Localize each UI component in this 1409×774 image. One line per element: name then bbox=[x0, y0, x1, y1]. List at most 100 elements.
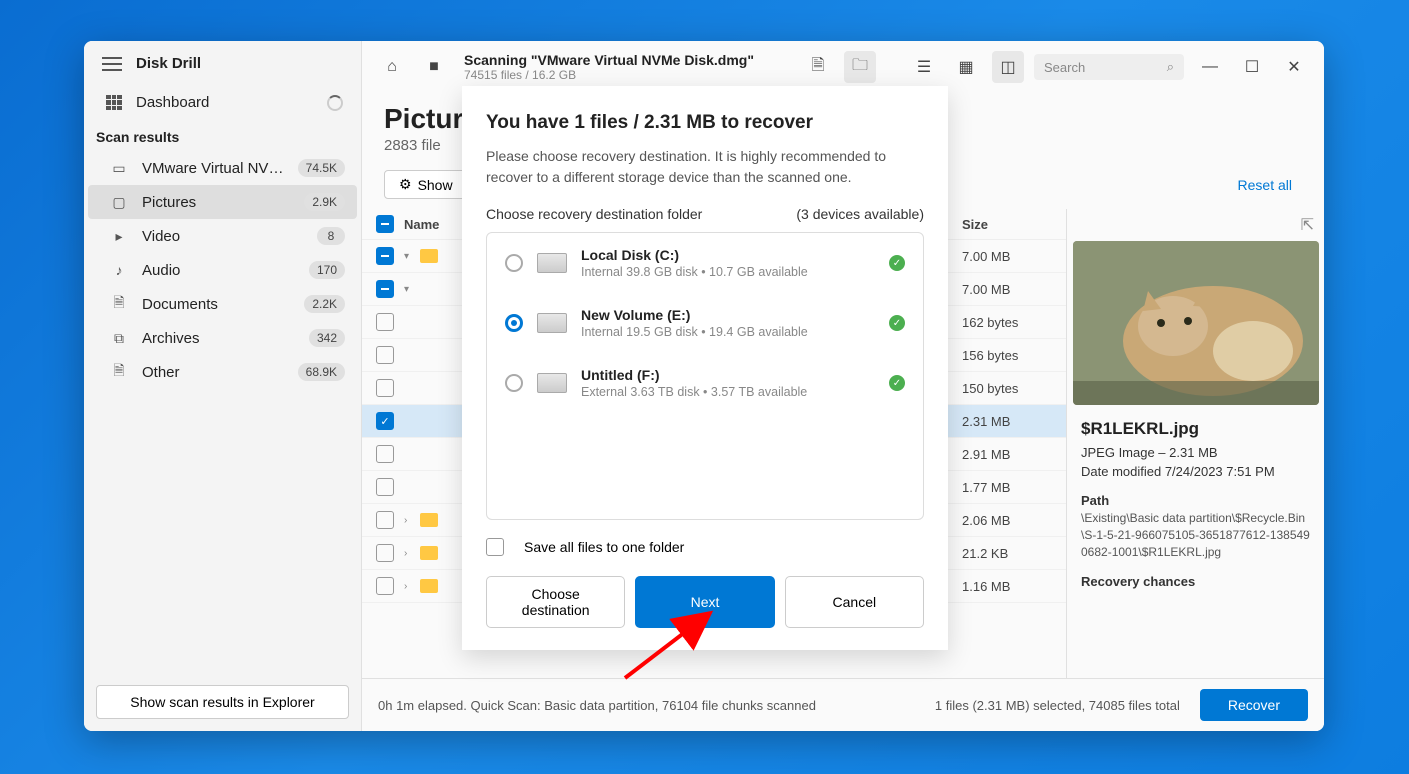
row-checkbox[interactable] bbox=[376, 247, 394, 265]
destination-option[interactable]: Local Disk (C:) Internal 39.8 GB disk • … bbox=[487, 233, 923, 293]
destination-info: Internal 19.5 GB disk • 19.4 GB availabl… bbox=[581, 325, 875, 339]
sidebar-item-vmware-virtual-nvme-[interactable]: ▭ VMware Virtual NVMe... 74.5K bbox=[88, 151, 357, 185]
cancel-button[interactable]: Cancel bbox=[785, 576, 924, 628]
show-in-explorer-button[interactable]: Show scan results in Explorer bbox=[96, 685, 349, 719]
sidebar-item-documents[interactable]: 🗎 Documents 2.2K bbox=[88, 287, 357, 321]
expand-icon[interactable]: ▾ bbox=[404, 284, 420, 295]
sidebar-item-badge: 68.9K bbox=[298, 363, 345, 381]
modal-subheader: Choose recovery destination folder (3 de… bbox=[486, 206, 924, 222]
preview-path: \Existing\Basic data partition\$Recycle.… bbox=[1081, 510, 1310, 560]
sidebar-item-audio[interactable]: ♪ Audio 170 bbox=[88, 253, 357, 287]
row-checkbox[interactable] bbox=[376, 379, 394, 397]
preview-panel: ⇱ $R1LEKRL.jpg bbox=[1066, 209, 1324, 678]
sidebar-item-label: Video bbox=[142, 228, 303, 245]
folder-icon bbox=[420, 513, 438, 527]
preview-type: JPEG Image – 2.31 MB bbox=[1081, 445, 1310, 460]
choose-destination-button[interactable]: Choose destination bbox=[486, 576, 625, 628]
preview-chances-label: Recovery chances bbox=[1081, 574, 1310, 589]
destination-option[interactable]: Untitled (F:) External 3.63 TB disk • 3.… bbox=[487, 353, 923, 413]
preview-body: $R1LEKRL.jpg JPEG Image – 2.31 MB Date m… bbox=[1067, 405, 1324, 605]
row-size: 21.2 KB bbox=[962, 546, 1052, 561]
destination-radio[interactable] bbox=[505, 254, 523, 272]
expand-icon[interactable]: ▾ bbox=[404, 251, 420, 262]
disk-icon bbox=[537, 313, 567, 333]
menu-icon[interactable] bbox=[102, 57, 122, 71]
search-input[interactable]: Search ⌕ bbox=[1034, 54, 1184, 80]
grid-view-icon[interactable]: ▦ bbox=[950, 51, 982, 83]
row-checkbox[interactable] bbox=[376, 478, 394, 496]
destination-radio[interactable] bbox=[505, 374, 523, 392]
row-checkbox[interactable] bbox=[376, 346, 394, 364]
minimize-button[interactable]: — bbox=[1194, 51, 1226, 83]
recovery-destination-modal: You have 1 files / 2.31 MB to recover Pl… bbox=[462, 86, 948, 650]
sidebar: Disk Drill Dashboard Scan results ▭ VMwa… bbox=[84, 41, 362, 731]
other-icon: 🗎 bbox=[110, 365, 128, 379]
scan-title: Scanning "VMware Virtual NVMe Disk.dmg" bbox=[464, 52, 792, 68]
show-filter-button[interactable]: ⚙ Show bbox=[384, 170, 468, 199]
recover-button[interactable]: Recover bbox=[1200, 689, 1308, 721]
dashboard-icon bbox=[106, 95, 122, 111]
expand-icon[interactable]: › bbox=[404, 548, 420, 559]
sidebar-item-badge: 342 bbox=[309, 329, 345, 347]
dashboard-label: Dashboard bbox=[136, 94, 313, 111]
row-checkbox[interactable] bbox=[376, 511, 394, 529]
search-icon: ⌕ bbox=[1167, 59, 1174, 75]
video-icon: ▸ bbox=[110, 229, 128, 243]
status-selection: 1 files (2.31 MB) selected, 74085 files … bbox=[935, 698, 1180, 713]
loading-spinner-icon bbox=[327, 95, 343, 111]
sidebar-item-label: VMware Virtual NVMe... bbox=[142, 160, 284, 177]
close-button[interactable]: ✕ bbox=[1278, 51, 1310, 83]
sidebar-item-other[interactable]: 🗎 Other 68.9K bbox=[88, 355, 357, 389]
reset-all-link[interactable]: Reset all bbox=[1238, 177, 1292, 193]
audio-icon: ♪ bbox=[110, 263, 128, 277]
popout-icon[interactable]: ⇱ bbox=[1301, 215, 1314, 235]
search-placeholder: Search bbox=[1044, 60, 1167, 75]
row-checkbox[interactable] bbox=[376, 280, 394, 298]
doc-icon: 🗎 bbox=[110, 297, 128, 311]
row-size: 156 bytes bbox=[962, 348, 1052, 363]
sidebar-item-pictures[interactable]: ▢ Pictures 2.9K bbox=[88, 185, 357, 219]
save-all-checkbox[interactable] bbox=[486, 538, 504, 556]
destination-option[interactable]: New Volume (E:) Internal 19.5 GB disk • … bbox=[487, 293, 923, 353]
status-bar: 0h 1m elapsed. Quick Scan: Basic data pa… bbox=[362, 678, 1324, 731]
row-checkbox[interactable] bbox=[376, 544, 394, 562]
modal-actions: Choose destination Next Cancel bbox=[486, 576, 924, 628]
expand-icon[interactable]: › bbox=[404, 581, 420, 592]
row-checkbox[interactable] bbox=[376, 313, 394, 331]
sidebar-item-archives[interactable]: ⧉ Archives 342 bbox=[88, 321, 357, 355]
row-size: 7.00 MB bbox=[962, 282, 1052, 297]
row-checkbox[interactable] bbox=[376, 412, 394, 430]
row-checkbox[interactable] bbox=[376, 445, 394, 463]
row-size: 1.16 MB bbox=[962, 579, 1052, 594]
scan-subtitle: 74515 files / 16.2 GB bbox=[464, 68, 792, 82]
folder-icon[interactable]: 🗀 bbox=[844, 51, 876, 83]
folder-icon bbox=[420, 579, 438, 593]
file-icon[interactable]: 🗎 bbox=[802, 51, 834, 83]
preview-modified: Date modified 7/24/2023 7:51 PM bbox=[1081, 464, 1310, 479]
expand-icon[interactable]: › bbox=[404, 515, 420, 526]
sidebar-item-video[interactable]: ▸ Video 8 bbox=[88, 219, 357, 253]
destination-radio[interactable] bbox=[505, 314, 523, 332]
folder-icon bbox=[420, 546, 438, 560]
list-view-icon[interactable]: ☰ bbox=[908, 51, 940, 83]
sidebar-item-badge: 170 bbox=[309, 261, 345, 279]
row-size: 150 bytes bbox=[962, 381, 1052, 396]
preview-path-label: Path bbox=[1081, 493, 1310, 508]
sidebar-item-badge: 8 bbox=[317, 227, 345, 245]
column-size[interactable]: Size bbox=[962, 217, 1052, 232]
status-left: 0h 1m elapsed. Quick Scan: Basic data pa… bbox=[378, 698, 915, 713]
maximize-button[interactable]: ☐ bbox=[1236, 51, 1268, 83]
select-all-checkbox[interactable] bbox=[376, 215, 394, 233]
destination-info: Internal 39.8 GB disk • 10.7 GB availabl… bbox=[581, 265, 875, 279]
panel-view-icon[interactable]: ◫ bbox=[992, 51, 1024, 83]
save-all-checkbox-row[interactable]: Save all files to one folder bbox=[486, 538, 924, 556]
row-size: 2.91 MB bbox=[962, 447, 1052, 462]
destination-list: Local Disk (C:) Internal 39.8 GB disk • … bbox=[486, 232, 924, 520]
sidebar-dashboard[interactable]: Dashboard bbox=[84, 86, 361, 119]
stop-icon[interactable]: ■ bbox=[418, 51, 450, 83]
folder-icon bbox=[420, 249, 438, 263]
row-checkbox[interactable] bbox=[376, 577, 394, 595]
check-icon: ✓ bbox=[889, 255, 905, 271]
home-icon[interactable]: ⌂ bbox=[376, 51, 408, 83]
next-button[interactable]: Next bbox=[635, 576, 774, 628]
